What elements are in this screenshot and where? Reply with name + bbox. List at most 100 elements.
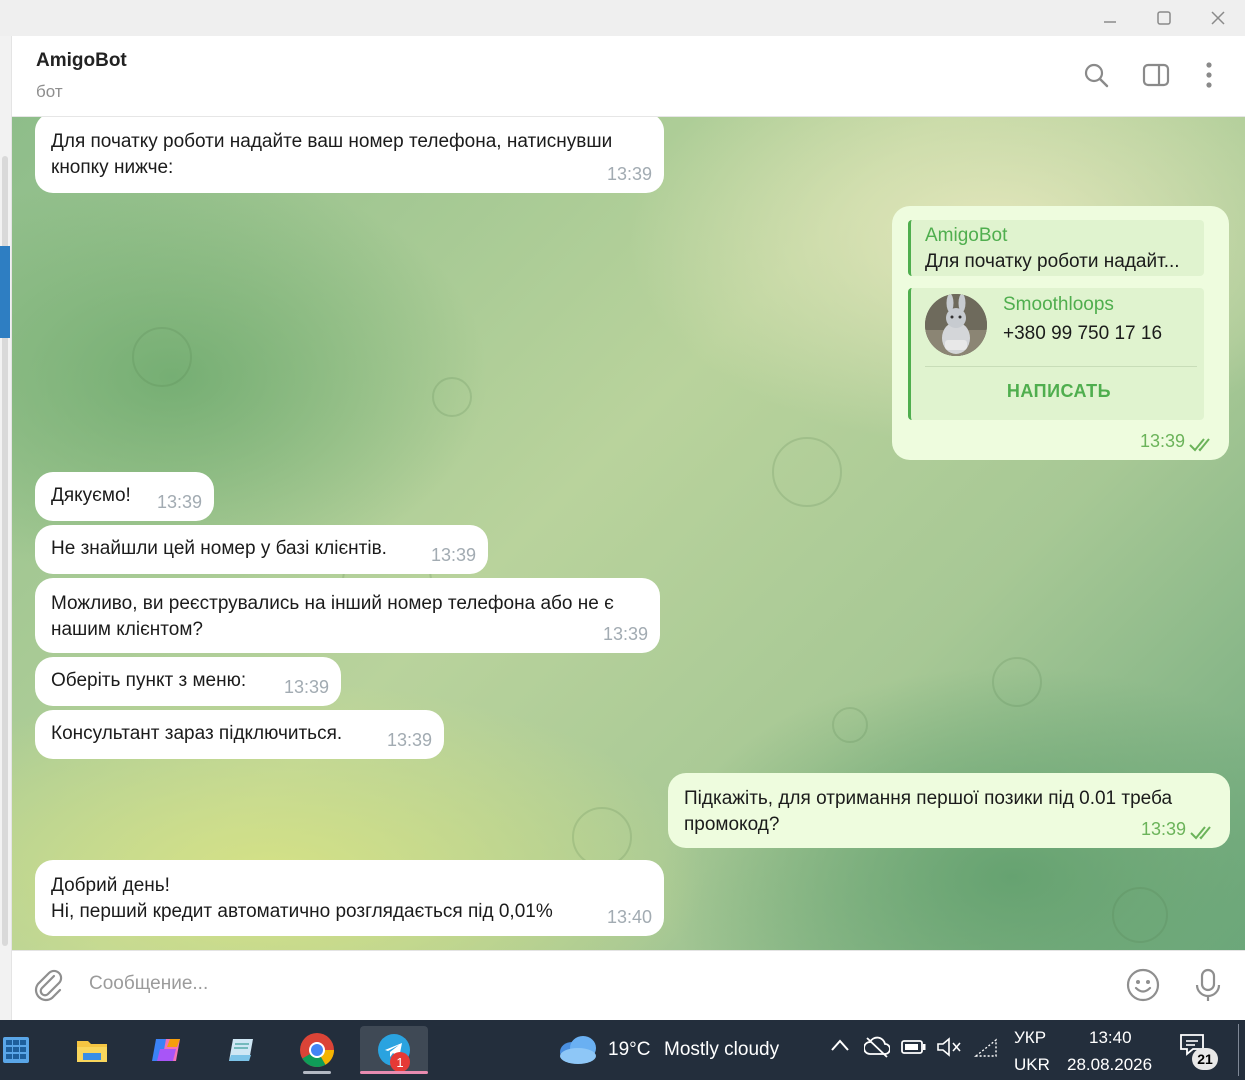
search-button[interactable] xyxy=(1081,60,1111,90)
weather-temperature: 19°C xyxy=(608,1039,651,1060)
background-doodle xyxy=(572,807,632,867)
weather-widget[interactable]: 19°C Mostly cloudy xyxy=(556,1030,806,1070)
sidebar-toggle-button[interactable] xyxy=(1141,60,1171,90)
emoji-icon xyxy=(1126,968,1160,1002)
background-doodle xyxy=(772,437,842,507)
attach-icon xyxy=(34,969,63,1002)
contact-avatar xyxy=(925,294,987,356)
chevron-up-icon xyxy=(831,1039,849,1051)
minimize-button[interactable] xyxy=(1083,0,1137,36)
active-indicator xyxy=(360,1071,428,1074)
chat-area: Для початку роботи надайте ваш номер тел… xyxy=(12,117,1245,950)
clock-time: 13:40 xyxy=(1089,1028,1132,1047)
network-status[interactable] xyxy=(863,1036,891,1063)
show-hidden-icons-button[interactable] xyxy=(830,1038,850,1057)
message-text: Підкажіть, для отримання першої позики п… xyxy=(684,788,1173,835)
telegram-window: AmigoBot бот Для початку роботи надайте … xyxy=(0,0,1245,1020)
start-icon xyxy=(3,1037,29,1063)
message-text: Для початку роботи надайте ваш номер тел… xyxy=(51,131,613,178)
chat-subtitle: бот xyxy=(36,82,63,101)
file-explorer-icon xyxy=(77,1041,107,1062)
background-doodle xyxy=(832,707,868,743)
shared-contact-card[interactable]: Smoothloops +380 99 750 17 16 НАПИСАТЬ xyxy=(908,288,1204,420)
show-desktop-button[interactable] xyxy=(1238,1024,1242,1076)
background-doodle xyxy=(992,657,1042,707)
write-contact-button[interactable]: НАПИСАТЬ xyxy=(911,378,1207,404)
message-time: 13:39 xyxy=(430,545,476,565)
more-vertical-icon xyxy=(1206,62,1212,88)
message-bubble-incoming[interactable]: Дякуємо! 13:39 xyxy=(35,472,214,521)
message-time: 13:39 xyxy=(1139,431,1185,451)
close-button[interactable] xyxy=(1191,0,1245,36)
message-bubble-incoming[interactable]: Для початку роботи надайте ваш номер тел… xyxy=(35,117,664,193)
notification-center-button[interactable]: 21 xyxy=(1178,1032,1226,1072)
taskbar-chrome[interactable] xyxy=(289,1026,345,1074)
background-doodle xyxy=(1112,887,1168,943)
copilot-icon xyxy=(152,1039,180,1061)
clock-date: 28.08.2026 xyxy=(1067,1055,1153,1074)
selected-chat-indicator xyxy=(0,246,10,338)
message-text: Консультант зараз підключиться. xyxy=(51,723,343,744)
weather-condition: Mostly cloudy xyxy=(664,1039,780,1060)
language-top: УКР xyxy=(1014,1028,1047,1047)
message-composer: Сообщение... xyxy=(12,950,1245,1020)
message-time: 13:39 xyxy=(606,164,652,184)
message-bubble-outgoing[interactable]: Підкажіть, для отримання першої позики п… xyxy=(668,773,1230,848)
network-off-icon xyxy=(863,1036,891,1058)
volume-muted-icon xyxy=(937,1037,961,1057)
chat-header[interactable]: AmigoBot бот xyxy=(12,36,1245,117)
taskbar-notepad[interactable] xyxy=(214,1026,270,1074)
start-button[interactable] xyxy=(0,1026,40,1074)
reply-author: AmigoBot xyxy=(925,225,1008,246)
microphone-icon xyxy=(1195,968,1221,1001)
message-bubble-incoming[interactable]: Оберіть пункт з меню: 13:39 xyxy=(35,657,341,706)
maximize-button[interactable] xyxy=(1137,0,1191,36)
input-language[interactable]: УКР UKR xyxy=(1010,1024,1056,1076)
message-bubble-outgoing[interactable]: AmigoBot Для початку роботи надайт... Sm… xyxy=(892,206,1229,460)
notification-count-badge: 21 xyxy=(1192,1048,1218,1070)
minimize-icon xyxy=(1104,21,1116,23)
message-text: Можливо, ви реєструвались на інший номер… xyxy=(51,593,614,640)
message-bubble-incoming[interactable]: Консультант зараз підключиться. 13:39 xyxy=(35,710,444,759)
attach-button[interactable] xyxy=(30,967,66,1003)
telegram-unread-badge: 1 xyxy=(390,1052,410,1072)
message-bubble-incoming[interactable]: Добрий день! Ні, перший кредит автоматич… xyxy=(35,860,664,936)
message-time: 13:39 xyxy=(1140,819,1186,839)
message-time: 13:40 xyxy=(606,907,652,927)
more-button[interactable] xyxy=(1194,60,1224,90)
reply-text: Для початку роботи надайт... xyxy=(925,251,1180,272)
message-bubble-incoming[interactable]: Не знайшли цей номер у базі клієнтів. 13… xyxy=(35,525,488,574)
clock[interactable]: 13:40 28.08.2026 xyxy=(1064,1024,1164,1076)
message-input[interactable]: Сообщение... xyxy=(89,973,208,995)
contact-phone: +380 99 750 17 16 xyxy=(1003,323,1163,344)
volume-control[interactable] xyxy=(936,1037,962,1062)
message-time: 13:39 xyxy=(283,677,329,697)
taskbar-file-explorer[interactable] xyxy=(64,1026,120,1074)
emoji-button[interactable] xyxy=(1125,967,1161,1003)
message-bubble-incoming[interactable]: Можливо, ви реєструвались на інший номер… xyxy=(35,578,660,653)
reply-quote[interactable]: AmigoBot Для початку роботи надайт... xyxy=(908,220,1204,276)
message-text: Добрий день! Ні, перший кредит автоматич… xyxy=(51,875,553,922)
sidebar-toggle-icon xyxy=(1142,63,1170,87)
taskbar-copilot[interactable] xyxy=(139,1026,195,1074)
contact-name: Smoothloops xyxy=(1003,294,1114,315)
weather-icon xyxy=(560,1036,596,1064)
maximize-icon xyxy=(1157,11,1171,25)
chrome-icon xyxy=(300,1033,334,1067)
close-icon xyxy=(1211,11,1225,25)
message-text: Не знайшли цей номер у базі клієнтів. xyxy=(51,538,387,559)
message-time: 13:39 xyxy=(386,730,432,750)
background-doodle xyxy=(132,327,192,387)
taskbar-telegram[interactable]: 1 xyxy=(360,1026,428,1074)
divider xyxy=(925,366,1197,367)
running-indicator xyxy=(303,1071,331,1074)
chat-title: AmigoBot xyxy=(36,50,127,71)
voice-record-button[interactable] xyxy=(1190,967,1226,1003)
wifi-status[interactable] xyxy=(974,1038,998,1063)
battery-status[interactable] xyxy=(901,1038,927,1061)
windows-taskbar: 1 19°C Mostly cloudy УКР UKR 13:40 28.08… xyxy=(0,1020,1245,1080)
notepad-icon xyxy=(229,1039,253,1061)
wifi-icon xyxy=(974,1038,997,1057)
language-bottom: UKR xyxy=(1014,1055,1050,1074)
background-doodle xyxy=(432,377,472,417)
